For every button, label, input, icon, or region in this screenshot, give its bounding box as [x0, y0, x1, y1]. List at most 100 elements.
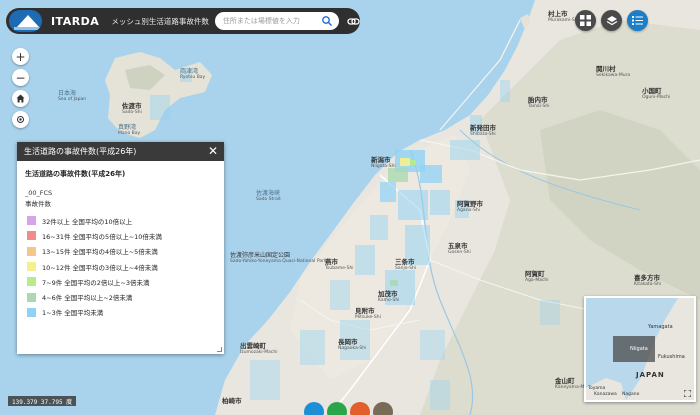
- label-text: 五泉市: [448, 242, 468, 250]
- layer-list-button[interactable]: [601, 10, 622, 31]
- label-text: 出雲崎町: [240, 342, 266, 350]
- layers-icon: [606, 15, 617, 25]
- label-text: 柏崎市: [222, 397, 242, 405]
- close-icon[interactable]: ✕: [208, 145, 218, 157]
- legend-swatch: [27, 277, 36, 287]
- legend-item: 10~12件 全国平均の3倍以上~4倍未満: [25, 259, 216, 274]
- grid-icon: [580, 15, 591, 26]
- label-roman: Shibata-Shi: [470, 132, 496, 137]
- label-text: 村上市: [548, 10, 568, 18]
- map-label: 小国町 Oguni-Machi: [642, 85, 670, 100]
- list-icon: [632, 16, 643, 25]
- label-roman: Mitsuke-Shi: [355, 315, 381, 320]
- map-label: 五泉市 Gosen-Shi: [448, 240, 471, 255]
- label-text: 見附市: [355, 307, 375, 315]
- legend-item: 32件以上 全国平均の10倍以上: [25, 213, 216, 228]
- label-text: 金山町: [555, 377, 575, 385]
- map-label: 胎内市 Tainai-Shi: [528, 94, 549, 109]
- itarda-logo[interactable]: [9, 10, 42, 32]
- label-roman: Sea of Japan: [58, 97, 87, 102]
- label-roman: Sanjo-Shi: [395, 266, 417, 271]
- legend-swatch: [27, 231, 36, 241]
- basemap-gallery-button[interactable]: [575, 10, 596, 31]
- label-text: 日本海: [58, 90, 77, 97]
- map-label: 柏崎市: [222, 395, 242, 405]
- map-label: 新潟市 Niigata-Shi: [371, 154, 396, 169]
- label-roman: Tsubame-Shi: [325, 266, 354, 271]
- map-label: 三条市 Sanjo-Shi: [395, 256, 416, 271]
- map-label: 喜多方市 Kitakata-Shi: [634, 272, 661, 287]
- coordinate-readout: 139.379 37.795 度: [8, 396, 77, 406]
- search-icon[interactable]: [321, 15, 333, 27]
- label-roman: Niigata-Shi: [371, 164, 396, 169]
- map-label: 長岡市 Nagaoka-Shi: [338, 336, 366, 351]
- legend-swatch: [27, 246, 36, 256]
- inset-label-nagano: Nagano: [622, 392, 640, 397]
- label-text: 長岡市: [338, 338, 358, 346]
- search-input[interactable]: [222, 17, 335, 25]
- app-header: ITARDA メッシュ別生活道路事故件数: [6, 8, 360, 34]
- label-text: 加茂市: [378, 290, 398, 298]
- legend-panel: 生活道路の事故件数(平成26年) ✕ 生活道路の事故件数(平成26年) _00_…: [17, 142, 224, 354]
- search-box: [214, 12, 339, 30]
- inset-label-kanazawa: Kanazawa: [594, 392, 617, 397]
- widget-button-4[interactable]: [373, 402, 393, 415]
- label-roman: Gosen-Shi: [448, 250, 471, 255]
- map-label: 日本海 Sea of Japan: [58, 88, 86, 102]
- label-text: 三条市: [395, 258, 415, 266]
- inset-label-toyama: Toyama: [588, 386, 606, 391]
- label-text: 新発田市: [470, 124, 496, 132]
- legend-item-label: 16~31件 全国平均の5倍以上~10倍未満: [42, 232, 162, 241]
- label-text: 佐渡市: [122, 102, 142, 110]
- label-text: 佐渡海峡: [256, 190, 281, 197]
- legend-header-title: 生活道路の事故件数(平成26年): [24, 147, 137, 156]
- map-label: 関川村 Sekikawa-Mura: [596, 63, 630, 78]
- legend-body: 生活道路の事故件数(平成26年) _00_FCS 事故件数 32件以上 全国平均…: [17, 161, 224, 320]
- legend-item-label: 32件以上 全国平均の10倍以上: [42, 217, 133, 226]
- resize-handle[interactable]: [217, 347, 222, 352]
- map-label: 佐渡弥彦米山国定公園 Sado-Yahiko-Yoneyama Quasi-Nat…: [230, 250, 327, 264]
- legend-swatch: [27, 262, 36, 272]
- map-view[interactable]: 日本海 Sea of Japan 佐渡海峡 Sado Strait 両津湾 Ryots…: [0, 0, 700, 415]
- widget-button-1[interactable]: [304, 402, 324, 415]
- legend-item: 16~31件 全国平均の5倍以上~10倍未満: [25, 228, 216, 243]
- label-text: 新潟市: [371, 156, 391, 164]
- label-text: 阿賀野市: [457, 200, 483, 208]
- label-roman: Sado-Yahiko-Yoneyama Quasi-National Park: [230, 259, 327, 264]
- legend-item-label: 7~9件 全国平均の2倍以上~3倍未満: [42, 278, 150, 287]
- label-text: 佐渡弥彦米山国定公園: [230, 252, 291, 259]
- label-roman: Kitakata-Shi: [634, 282, 662, 287]
- overview-map[interactable]: Yamagata Niigata Fukushima JAPAN Toyama …: [584, 296, 696, 402]
- legend-item-label: 10~12件 全国平均の3倍以上~4倍未満: [42, 263, 158, 272]
- locate-icon: [17, 116, 24, 123]
- label-roman: Aga-Machi: [525, 278, 549, 283]
- map-label: 真野湾 Mano Bay: [118, 122, 140, 136]
- link-icon: [347, 17, 360, 25]
- map-label: 佐渡市 Sado-Shi: [122, 100, 142, 115]
- locate-button[interactable]: [12, 111, 29, 128]
- inset-label-japan: JAPAN: [636, 371, 665, 379]
- map-label: 新発田市 Shibata-Shi: [470, 122, 496, 137]
- legend-button[interactable]: [627, 10, 648, 31]
- legend-item: 13~15件 全国平均の4倍以上~5倍未満: [25, 244, 216, 259]
- label-roman: Mano Bay: [118, 131, 141, 136]
- coordinate-text: 139.379 37.795 度: [12, 398, 73, 406]
- legend-item-label: 1~3件 全国平均未満: [42, 309, 104, 318]
- map-label: 燕市 Tsubame-Shi: [325, 256, 354, 271]
- legend-item: 1~3件 全国平均未満: [25, 305, 216, 320]
- zoom-out-button[interactable]: −: [12, 69, 29, 86]
- home-button[interactable]: [12, 90, 29, 107]
- map-label: 佐渡海峡 Sado Strait: [256, 188, 281, 202]
- expand-icon[interactable]: [684, 390, 691, 397]
- label-roman: Sekikawa-Mura: [596, 73, 631, 78]
- label-roman: Sado Strait: [256, 197, 281, 202]
- share-link-button[interactable]: [347, 14, 360, 28]
- zoom-in-button[interactable]: +: [12, 48, 29, 65]
- legend-swatch: [27, 307, 36, 317]
- widget-button-2[interactable]: [327, 402, 347, 415]
- map-label: 阿賀町 Aga-Machi: [525, 268, 549, 283]
- brand-name: ITARDA: [50, 14, 100, 28]
- map-label: 阿賀野市 Agano-Shi: [457, 198, 483, 213]
- map-label: 加茂市 Kamo-Shi: [378, 288, 399, 303]
- widget-button-3[interactable]: [350, 402, 370, 415]
